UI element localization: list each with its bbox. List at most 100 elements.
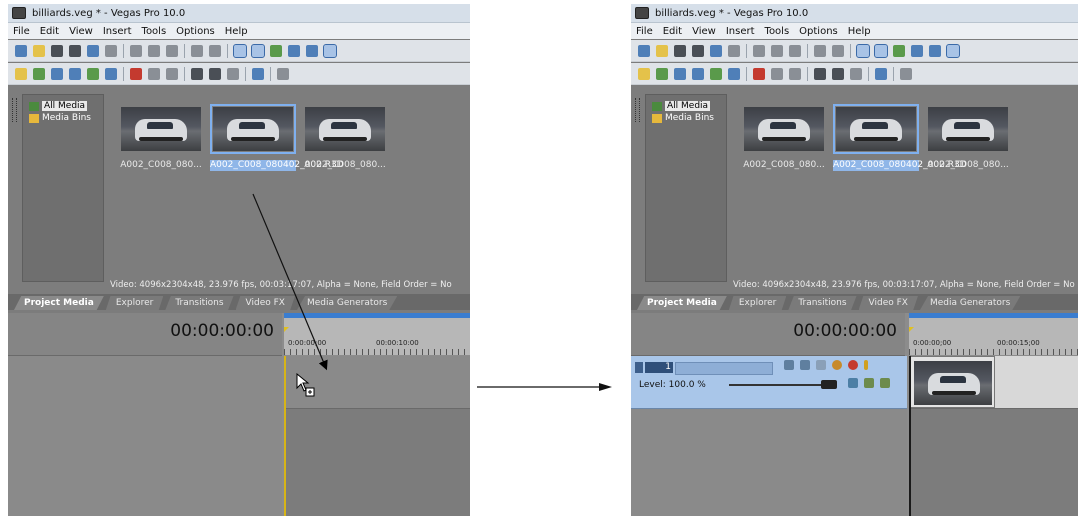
tree-item-media-bins[interactable]: Media Bins [652,113,714,123]
vegas-window-after: billiards.veg * - Vegas Pro 10.0 File Ed… [631,4,1078,516]
track-level-label: Level: 100.0 % [639,380,706,390]
media-folder-icon [652,101,662,111]
media-thumbnail[interactable] [741,104,827,154]
mute-icon[interactable] [848,360,858,370]
menu-insert[interactable]: Insert [721,26,760,37]
tree-item-all-media[interactable]: All Media [652,101,711,111]
timecode-display: 00:00:00:00 [793,321,897,341]
media-thumbnail[interactable] [925,104,1011,154]
get-media-icon[interactable] [674,67,686,80]
save-as-icon[interactable] [692,44,704,57]
media-file-list: A002_C008_080... A002_C008_080402_002.R3… [735,94,1078,280]
track-link-icon[interactable] [816,360,826,370]
window-title: billiards.veg * - Vegas Pro 10.0 [655,7,809,19]
capture-video-icon[interactable] [656,67,668,80]
video-track-lane[interactable] [909,356,1078,409]
cursor-marker-icon [909,327,914,332]
track-motion-icon[interactable] [784,360,794,370]
ruler-label: 00:00:15;00 [997,339,1040,347]
menu-file[interactable]: File [631,26,658,37]
empty-track-area[interactable] [909,409,1078,516]
menu-options[interactable]: Options [794,26,843,37]
media-toolbar [631,63,1078,85]
composite-mode-icon[interactable] [848,378,858,388]
tab-video-fx[interactable]: Video FX [858,296,918,310]
drag-path-arrow [252,193,328,371]
snapping-icon[interactable] [856,43,870,58]
track-number: 1 [645,362,673,373]
lock-envelopes-icon[interactable] [911,44,923,57]
media-fx-icon[interactable] [710,67,722,80]
track-collapse-icon[interactable] [635,362,643,373]
track-buttons [781,360,871,370]
auto-preview-icon[interactable] [850,67,862,80]
open-icon[interactable] [656,44,668,57]
ignore-grouping-icon[interactable] [929,44,941,57]
child-track-icon[interactable] [880,378,890,388]
new-project-icon[interactable] [638,44,650,57]
ruler-label: 0:00:00;00 [913,339,952,347]
menu-edit[interactable]: Edit [658,26,687,37]
level-slider-track[interactable] [729,384,821,386]
solo-icon[interactable] [864,360,868,370]
track-compositing-icon[interactable] [800,360,810,370]
title-bar: billiards.veg * - Vegas Pro 10.0 [631,4,1078,23]
undo-icon[interactable] [814,44,826,57]
tab-project-media[interactable]: Project Media [637,296,727,310]
render-icon[interactable] [710,44,722,57]
menu-bar: File Edit View Insert Tools Options Help [631,23,1078,39]
window-tabs: Project Media Explorer Transitions Video… [631,294,1078,310]
media-properties-icon[interactable] [771,67,783,80]
track-fx-icon[interactable] [832,360,842,370]
media-file-name[interactable]: A002_C008_080... [925,160,1011,171]
track-buttons-2 [845,378,893,388]
dock-grip[interactable] [635,98,640,122]
paste-icon[interactable] [789,44,801,57]
views-icon[interactable] [875,67,887,80]
menu-help[interactable]: Help [843,26,876,37]
loop-region-bar[interactable] [909,313,1078,318]
play-icon[interactable] [814,67,826,80]
transition-arrow-icon [477,383,612,391]
media-file-name-selected[interactable]: A002_C008_080402_002.R3D [833,160,967,171]
timeline-ruler[interactable]: 0:00:00;00 00:00:15;00 [909,313,1078,355]
video-event-clip[interactable] [909,356,995,408]
normal-edit-tool-icon[interactable] [946,43,960,58]
playhead-line [909,356,911,516]
auto-crossfade-icon[interactable] [874,43,888,58]
media-file-name[interactable]: A002_C008_080... [741,160,827,171]
main-toolbar [631,40,1078,62]
redo-icon[interactable] [832,44,844,57]
clip-thumbnail [914,361,992,405]
cut-icon[interactable] [753,44,765,57]
properties-icon[interactable] [728,44,740,57]
folder-icon [652,113,662,123]
search-media-icon[interactable] [728,67,740,80]
save-icon[interactable] [674,44,686,57]
menu-tools[interactable]: Tools [760,26,795,37]
zoom-icon[interactable] [900,67,912,80]
video-track-header[interactable]: 1 Level: 100.0 % [631,356,907,409]
level-slider-handle[interactable] [821,380,837,389]
copy-icon[interactable] [771,44,783,57]
tab-explorer[interactable]: Explorer [728,296,787,310]
tab-transitions[interactable]: Transitions [788,296,857,310]
track-name-field[interactable] [675,362,773,375]
media-info-line: Video: 4096x2304x48, 23.976 fps, 00:03:1… [733,280,1075,290]
stop-icon[interactable] [832,67,844,80]
media-tree: All Media Media Bins [645,94,727,282]
app-icon [635,7,649,19]
tab-media-generators[interactable]: Media Generators [919,296,1021,310]
time-display-area: 00:00:00:00 [631,313,905,356]
ripple-edit-icon[interactable] [893,44,905,57]
media-thumbnail-selected[interactable] [833,104,919,154]
parent-track-icon[interactable] [864,378,874,388]
menu-view[interactable]: View [687,26,721,37]
remove-media-icon[interactable] [753,67,765,80]
media-link-icon[interactable] [789,67,801,80]
vegas-window-before: billiards.veg * - Vegas Pro 10.0 File Ed… [8,4,470,516]
timeline: 00:00:00:00 0:00:00;00 00:00:15;00 1 Lev… [631,313,1078,516]
get-media-web-icon[interactable] [692,67,704,80]
import-media-icon[interactable] [638,67,650,80]
track-header-area [631,409,907,516]
